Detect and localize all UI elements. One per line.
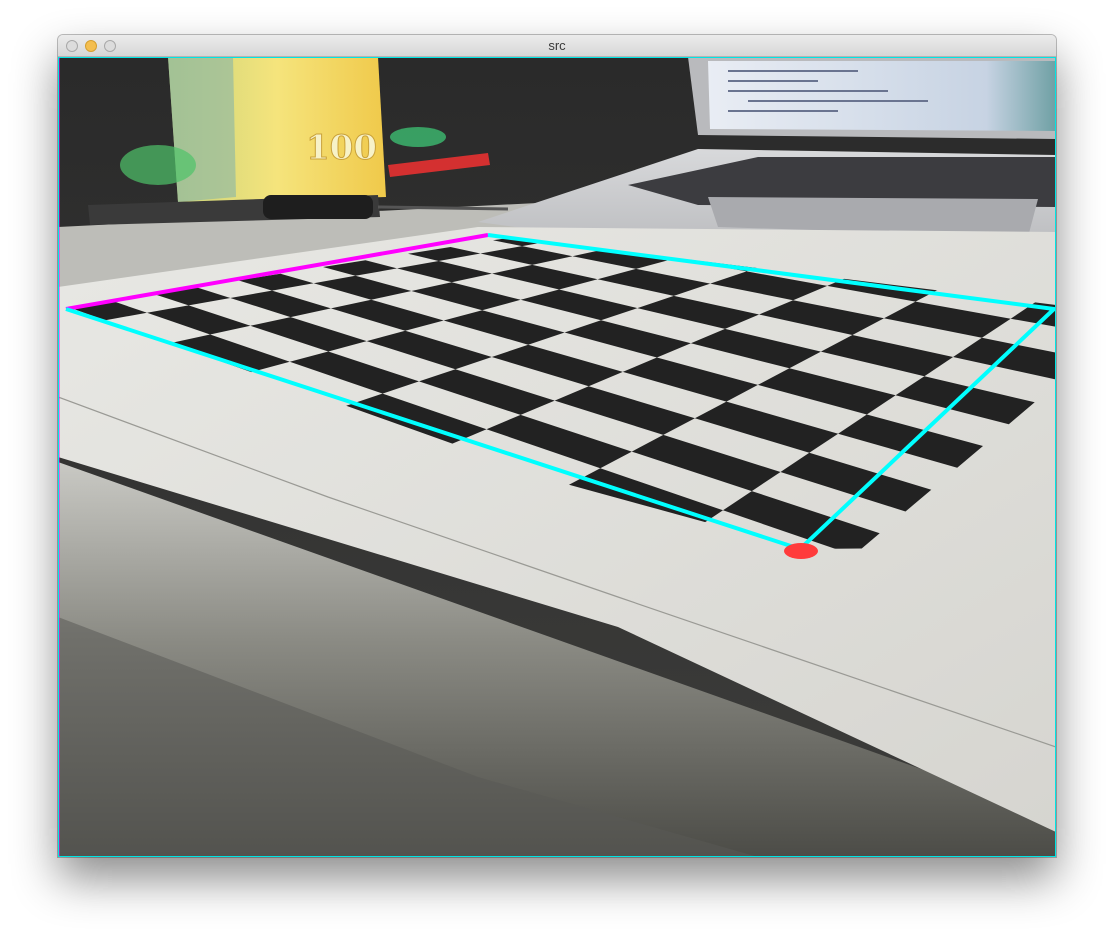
carton-label: 100	[306, 128, 377, 168]
green-clip	[390, 127, 446, 147]
green-object	[120, 145, 196, 185]
window-title: src	[548, 38, 566, 53]
image-view: 100	[58, 57, 1056, 857]
corner-point-marker	[784, 543, 818, 559]
title-bar[interactable]: src	[58, 35, 1056, 57]
photo-canvas: 100	[58, 57, 1056, 857]
juice-carton-icon: 100	[168, 57, 386, 202]
app-window: src 100	[58, 35, 1056, 857]
